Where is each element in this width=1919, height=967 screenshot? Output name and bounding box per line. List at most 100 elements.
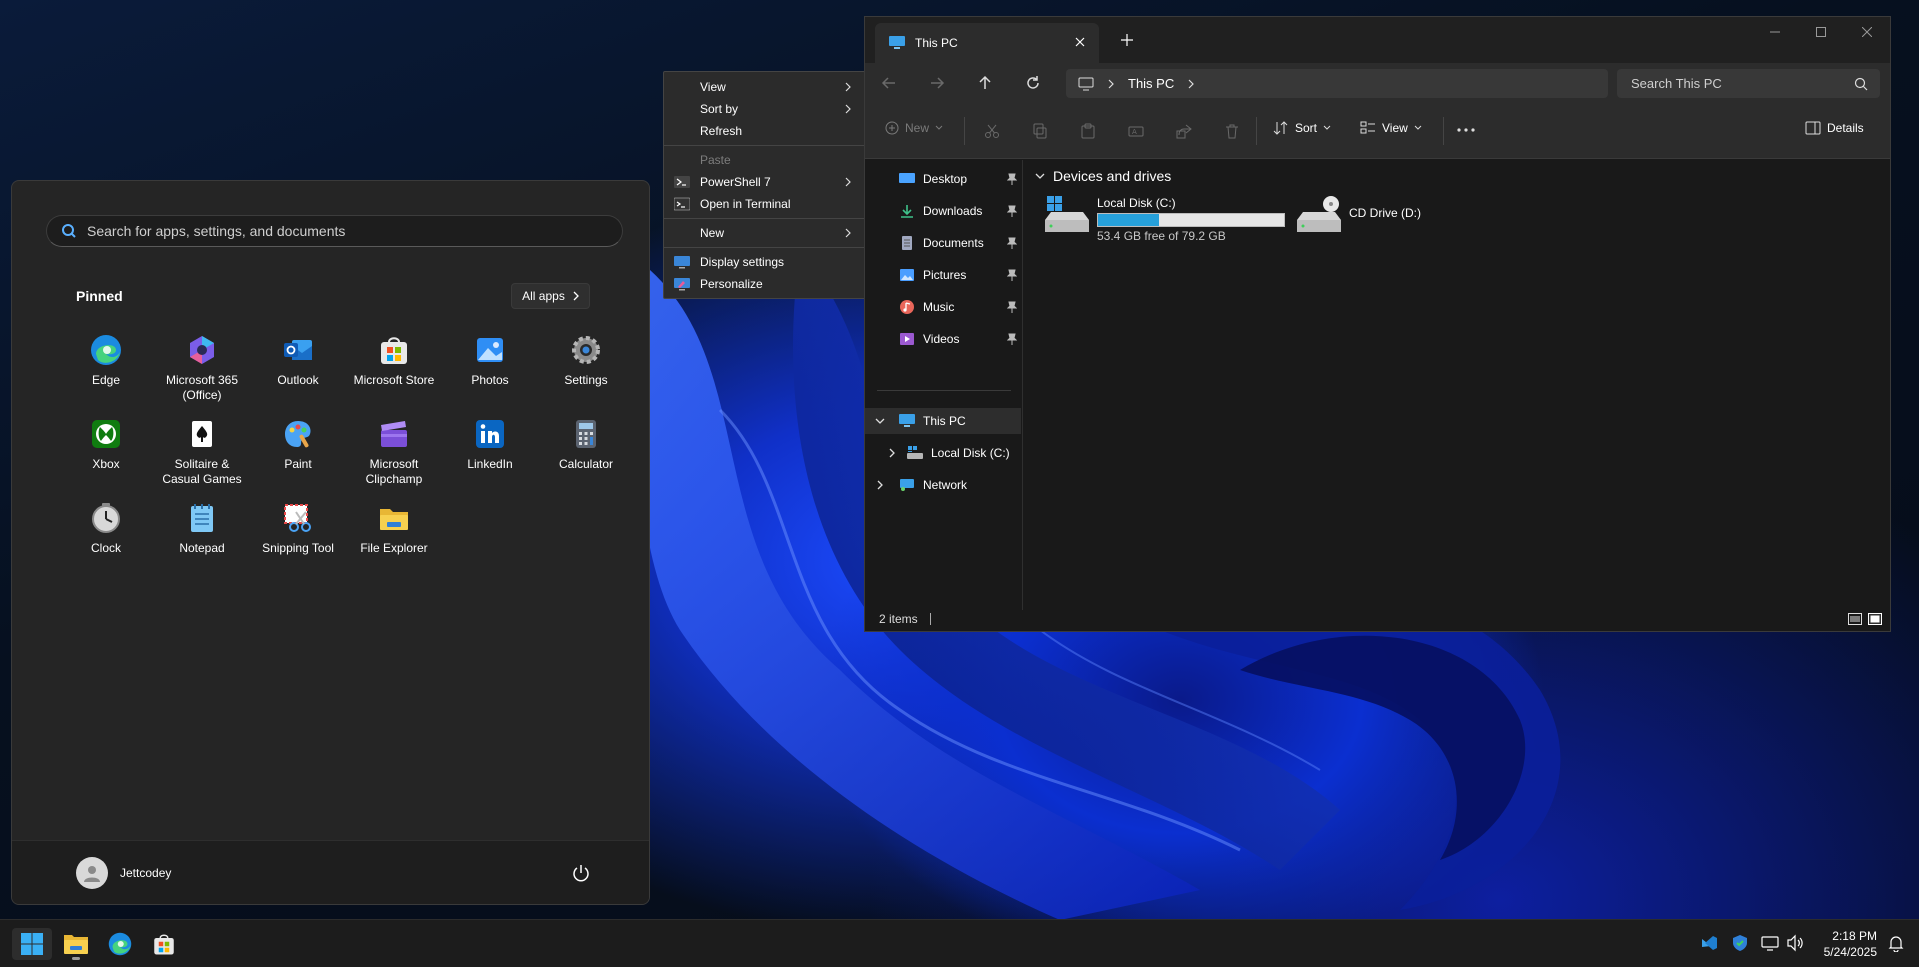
explorer-tab[interactable]: This PC [875, 23, 1099, 63]
pin-icon[interactable] [1007, 237, 1017, 249]
context-item-view[interactable]: View [664, 76, 865, 98]
details-view-icon[interactable] [1848, 613, 1862, 625]
drive-name: Local Disk (C:) [1097, 196, 1176, 210]
delete-icon[interactable] [1224, 123, 1240, 139]
nav-item-downloads[interactable]: Downloads [865, 198, 1021, 224]
taskbar-clock[interactable]: 2:18 PM 5/24/2025 [1824, 928, 1877, 960]
maximize-button[interactable] [1798, 17, 1844, 47]
context-item-display-settings[interactable]: Display settings [664, 251, 865, 273]
pinned-app-calculator[interactable]: Calculator [538, 413, 634, 497]
group-header-devices[interactable]: Devices and drives [1035, 168, 1171, 184]
volume-icon[interactable] [1786, 934, 1804, 952]
pinned-app-clock[interactable]: Clock [58, 497, 154, 581]
app-label: Outlook [277, 373, 319, 387]
taskbar-store[interactable] [144, 928, 184, 960]
windows-logo-icon [21, 933, 43, 955]
view-button[interactable]: View [1360, 121, 1422, 135]
app-label: Xbox [92, 457, 120, 471]
pin-icon[interactable] [1007, 333, 1017, 345]
nav-item-pictures[interactable]: Pictures [865, 262, 1021, 288]
taskbar-file-explorer[interactable] [56, 928, 96, 960]
power-icon[interactable] [571, 863, 591, 883]
new-tab-icon[interactable] [1120, 33, 1134, 47]
pinned-app-solitaire[interactable]: Solitaire & Casual Games [154, 413, 250, 497]
pin-icon[interactable] [1007, 301, 1017, 313]
pinned-app-photos[interactable]: Photos [442, 329, 538, 413]
pinned-app-microsoft-365[interactable]: Microsoft 365 (Office) [154, 329, 250, 413]
app-label: File Explorer [360, 541, 428, 555]
tree-item-local-disk[interactable]: Local Disk (C:) [865, 440, 1021, 466]
pinned-app-edge[interactable]: Edge [58, 329, 154, 413]
drive-tile-cd-drive[interactable]: CD Drive (D:) [1297, 196, 1421, 234]
close-tab-icon[interactable] [1073, 35, 1087, 49]
chevron-right-icon[interactable] [875, 480, 885, 490]
personalize-icon [674, 278, 690, 291]
start-search-box[interactable]: Search for apps, settings, and documents [46, 215, 623, 247]
drive-tile-local-disk[interactable]: Local Disk (C:) 53.4 GB free of 79.2 GB [1045, 196, 1285, 243]
breadcrumb-this-pc[interactable]: This PC [1128, 76, 1174, 91]
nav-item-music[interactable]: Music [865, 294, 1021, 320]
details-pane-button[interactable]: Details [1805, 121, 1864, 135]
start-menu: Search for apps, settings, and documents… [11, 180, 650, 905]
start-button[interactable] [12, 928, 52, 960]
nav-item-videos[interactable]: Videos [865, 326, 1021, 352]
pinned-app-linkedin[interactable]: LinkedIn [442, 413, 538, 497]
context-item-powershell[interactable]: PowerShell 7 [664, 171, 865, 193]
explorer-search-input[interactable]: Search This PC [1617, 69, 1880, 98]
pinned-app-clipchamp[interactable]: Microsoft Clipchamp [346, 413, 442, 497]
nav-item-label: Documents [923, 236, 984, 250]
pin-icon[interactable] [1007, 205, 1017, 217]
tree-item-network[interactable]: Network [865, 472, 1021, 498]
context-item-label: Paste [700, 153, 731, 167]
minimize-button[interactable] [1752, 17, 1798, 47]
sort-button[interactable]: Sort [1273, 121, 1331, 135]
share-icon[interactable] [1176, 123, 1192, 139]
context-item-refresh[interactable]: Refresh [664, 120, 865, 142]
back-arrow-icon[interactable] [879, 73, 899, 93]
context-item-new[interactable]: New [664, 222, 865, 244]
pinned-app-notepad[interactable]: Notepad [154, 497, 250, 581]
minimize-icon [1770, 31, 1780, 33]
nav-item-desktop[interactable]: Desktop [865, 166, 1021, 192]
vscode-tray-icon[interactable] [1700, 934, 1718, 952]
chevron-down-icon[interactable] [875, 416, 885, 426]
more-options-icon[interactable] [1456, 127, 1476, 133]
all-apps-button[interactable]: All apps [511, 283, 590, 309]
tiles-view-icon[interactable] [1868, 613, 1882, 625]
forward-arrow-icon[interactable] [927, 73, 947, 93]
pin-icon[interactable] [1007, 173, 1017, 185]
nav-item-documents[interactable]: Documents [865, 230, 1021, 256]
chevron-right-icon[interactable] [887, 448, 897, 458]
pinned-app-settings[interactable]: Settings [538, 329, 634, 413]
tree-item-this-pc[interactable]: This PC [865, 408, 1021, 434]
app-label: Calculator [558, 457, 614, 471]
up-arrow-icon[interactable] [975, 73, 995, 93]
pinned-app-xbox[interactable]: Xbox [58, 413, 154, 497]
cut-icon[interactable] [984, 123, 1000, 139]
user-account-button[interactable]: Jettcodey [76, 857, 171, 889]
pinned-app-file-explorer[interactable]: File Explorer [346, 497, 442, 581]
nav-item-label: Videos [923, 332, 960, 346]
chevron-right-icon[interactable] [1188, 79, 1195, 89]
context-item-label: New [700, 226, 725, 240]
new-button[interactable]: New [885, 121, 943, 135]
context-item-sort-by[interactable]: Sort by [664, 98, 865, 120]
security-shield-icon[interactable] [1731, 934, 1749, 952]
address-bar[interactable]: This PC [1066, 69, 1608, 98]
paste-icon[interactable] [1080, 123, 1096, 139]
pin-icon[interactable] [1007, 269, 1017, 281]
close-window-button[interactable] [1844, 17, 1890, 47]
refresh-icon[interactable] [1023, 73, 1043, 93]
rename-icon[interactable]: A [1128, 123, 1144, 139]
copy-icon[interactable] [1032, 123, 1048, 139]
pinned-app-outlook[interactable]: Outlook [250, 329, 346, 413]
taskbar-edge[interactable] [100, 928, 140, 960]
notification-bell-icon[interactable] [1887, 934, 1905, 952]
pinned-app-snipping-tool[interactable]: Snipping Tool [250, 497, 346, 581]
pinned-app-microsoft-store[interactable]: Microsoft Store [346, 329, 442, 413]
context-item-open-in-terminal[interactable]: Open in Terminal [664, 193, 865, 215]
network-icon[interactable] [1761, 934, 1779, 952]
nav-item-label: Music [923, 300, 955, 314]
pinned-app-paint[interactable]: Paint [250, 413, 346, 497]
context-item-personalize[interactable]: Personalize [664, 273, 865, 295]
